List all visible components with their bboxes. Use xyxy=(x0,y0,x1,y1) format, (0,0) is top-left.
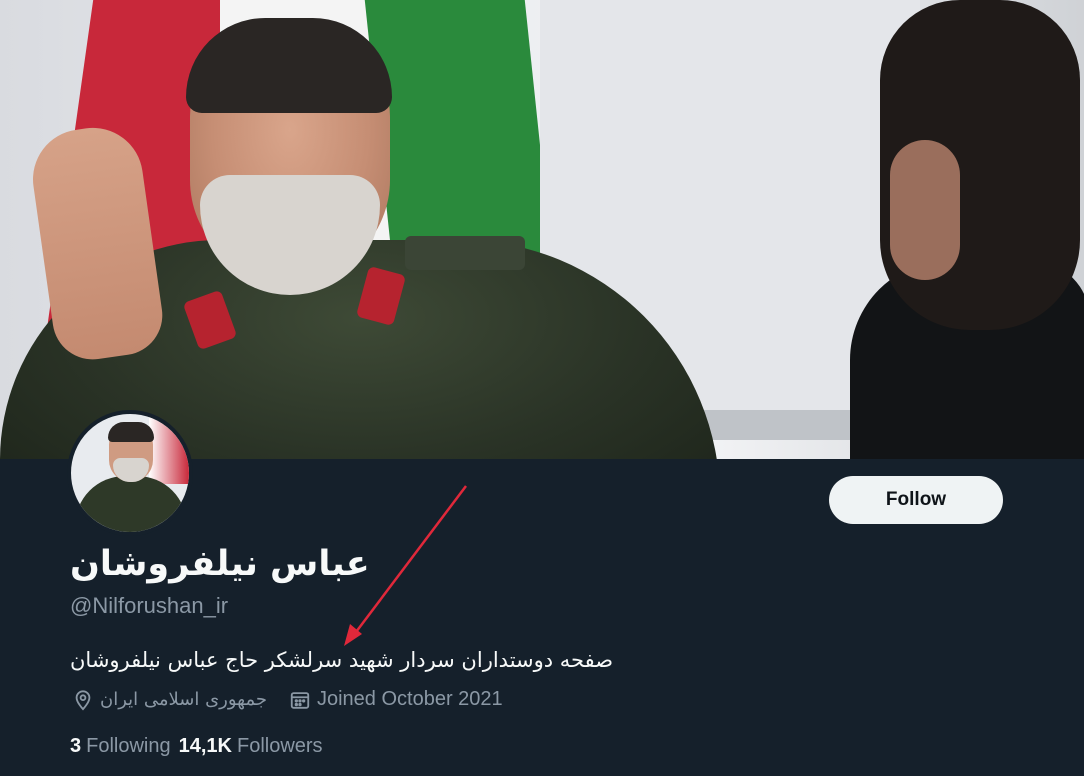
following-label: Following xyxy=(86,735,171,757)
listener xyxy=(850,0,1084,459)
followers-link[interactable]: 14,1K Followers xyxy=(179,735,323,758)
avatar-flag xyxy=(149,414,189,484)
location: جمهوری اسلامی ایران xyxy=(72,689,267,711)
followers-label: Followers xyxy=(236,735,323,757)
location-pin-icon xyxy=(72,689,94,711)
display-name: عباس نیلفروشان xyxy=(70,544,370,584)
join-date-text: Joined October 2021 xyxy=(316,688,503,710)
profile-banner[interactable] xyxy=(0,0,1084,459)
join-date: Joined October 2021 xyxy=(289,688,503,711)
avatar-uniform xyxy=(75,476,187,532)
following-count: 3 xyxy=(70,735,82,757)
epaulette xyxy=(405,236,525,270)
calendar-icon xyxy=(289,689,311,711)
follow-stats: 3 Following 14,1K Followers xyxy=(70,735,331,758)
followers-count: 14,1K xyxy=(178,735,232,757)
bio: صفحه دوستداران سردار شهید سرلشکر حاج عبا… xyxy=(70,648,614,672)
following-link[interactable]: 3 Following xyxy=(70,735,171,758)
avatar[interactable] xyxy=(67,410,193,536)
listener-ear xyxy=(890,140,960,280)
user-handle: @Nilforushan_ir xyxy=(70,593,229,618)
avatar-hair xyxy=(108,422,154,442)
follow-button[interactable]: Follow xyxy=(829,476,1003,524)
profile-meta: جمهوری اسلامی ایران Joined October 2021 xyxy=(72,688,525,711)
location-text: جمهوری اسلامی ایران xyxy=(100,689,267,710)
